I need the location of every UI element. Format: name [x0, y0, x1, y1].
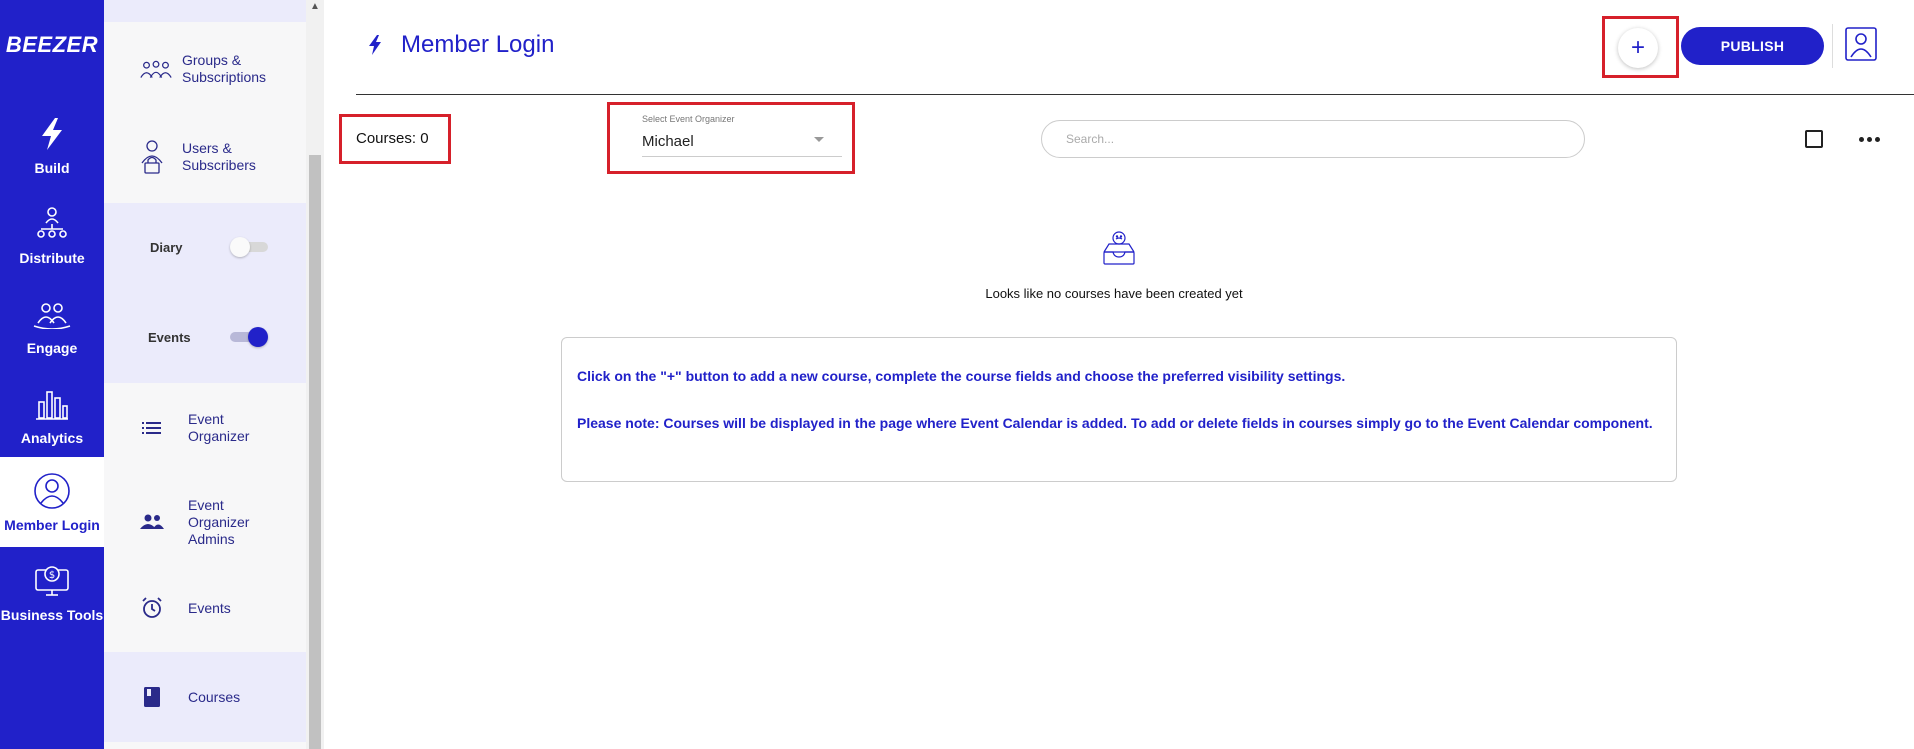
dot	[1858, 136, 1864, 142]
nav-business-tools-label: Business Tools	[0, 607, 104, 623]
profile-icon[interactable]	[1844, 26, 1878, 62]
header-divider-line	[356, 94, 1914, 95]
panel-item-event-organizer-admins[interactable]: Event Organizer Admins	[104, 492, 306, 552]
toggle-knob	[248, 327, 268, 347]
scrollbar-thumb[interactable]	[309, 155, 321, 749]
nav-analytics[interactable]: Analytics	[0, 370, 104, 460]
events-toggle[interactable]	[228, 327, 268, 347]
publish-button[interactable]: PUBLISH	[1681, 27, 1824, 65]
panel-item-event-organizer[interactable]: Event Organizer	[104, 405, 306, 451]
diary-toggle[interactable]	[230, 237, 270, 257]
nav-analytics-label: Analytics	[20, 430, 84, 446]
nav-distribute[interactable]: Distribute	[0, 190, 104, 280]
nav-build[interactable]: Build	[0, 100, 104, 190]
main-content: Member Login + PUBLISH Courses: 0 Select…	[324, 0, 1914, 749]
svg-text:$: $	[49, 570, 55, 581]
group-icon	[138, 51, 174, 87]
book-icon	[134, 679, 170, 715]
scroll-up-icon[interactable]: ▲	[309, 0, 321, 14]
user-lock-icon	[134, 139, 170, 175]
more-options-icon[interactable]	[1854, 128, 1884, 150]
people-icon	[32, 294, 72, 334]
beezer-logo: BEEZER	[5, 32, 99, 57]
panel-item-groups-label: Groups & Subscriptions	[182, 52, 267, 85]
list-icon	[134, 410, 170, 446]
panel-item-events-label: Events	[188, 599, 231, 616]
panel-item-users[interactable]: Users & Subscribers	[104, 134, 306, 180]
events-toggle-row: Events	[104, 317, 306, 357]
organizer-select-label: Select Event Organizer	[642, 114, 735, 124]
page-title: Member Login	[401, 31, 555, 58]
main-nav-rail: BEEZER Build Distribute Engage Analytics…	[0, 0, 104, 749]
panel-scrollbar[interactable]: ▲	[306, 0, 324, 749]
panel-item-events[interactable]: Events	[104, 590, 306, 626]
admins-icon	[134, 504, 170, 540]
info-box: Click on the "+" button to add a new cou…	[561, 337, 1677, 482]
panel-active-section: Courses	[104, 652, 306, 742]
add-course-button[interactable]: +	[1618, 28, 1658, 68]
dot	[1866, 136, 1872, 142]
lightning-icon	[367, 34, 383, 61]
sub-nav-panel: Groups & Subscriptions Users & Subscribe…	[104, 0, 306, 749]
empty-state-message: Looks like no courses have been created …	[985, 286, 1243, 301]
panel-toggles-section: Diary Events	[104, 203, 306, 383]
panel-item-users-label: Users & Subscribers	[182, 140, 256, 173]
organizer-select-value: Michael	[642, 133, 694, 150]
panel-item-courses[interactable]: Courses	[104, 679, 306, 715]
nav-build-label: Build	[34, 160, 70, 176]
nav-member-login[interactable]: Member Login	[0, 457, 104, 547]
panel-item-event-organizer-label: Event Organizer	[188, 411, 250, 444]
panel-item-groups[interactable]: Groups & Subscriptions	[104, 46, 306, 92]
select-all-checkbox[interactable]	[1805, 130, 1823, 148]
diary-label: Diary	[150, 239, 183, 255]
toggle-knob	[230, 237, 250, 257]
user-circle-icon	[32, 471, 72, 511]
org-chart-icon	[32, 204, 72, 244]
chevron-down-icon	[814, 137, 824, 142]
bar-chart-icon	[32, 384, 72, 424]
events-toggle-label: Events	[148, 329, 191, 345]
select-underline	[642, 156, 842, 157]
panel-item-event-organizer-admins-label: Event Organizer Admins	[188, 496, 250, 547]
search-input[interactable]	[1041, 120, 1585, 158]
event-organizer-select[interactable]: Select Event Organizer Michael	[642, 114, 842, 158]
panel-item-courses-label: Courses	[188, 688, 241, 705]
nav-engage[interactable]: Engage	[0, 280, 104, 370]
panel-top-strip	[104, 0, 306, 22]
dot	[1874, 136, 1880, 142]
info-line-2: Please note: Courses will be displayed i…	[577, 415, 1653, 431]
empty-inbox-icon	[1102, 230, 1136, 271]
nav-business-tools[interactable]: $ Business Tools	[0, 547, 104, 637]
header-divider	[1832, 24, 1833, 68]
alarm-clock-icon	[134, 590, 170, 626]
nav-member-login-label: Member Login	[4, 517, 100, 533]
nav-engage-label: Engage	[26, 340, 78, 356]
lightning-icon	[32, 114, 72, 154]
diary-toggle-row: Diary	[104, 227, 306, 267]
courses-count: Courses: 0	[356, 130, 429, 147]
info-line-1: Click on the "+" button to add a new cou…	[577, 368, 1346, 384]
nav-distribute-label: Distribute	[19, 250, 85, 266]
monitor-dollar-icon: $	[32, 561, 72, 601]
